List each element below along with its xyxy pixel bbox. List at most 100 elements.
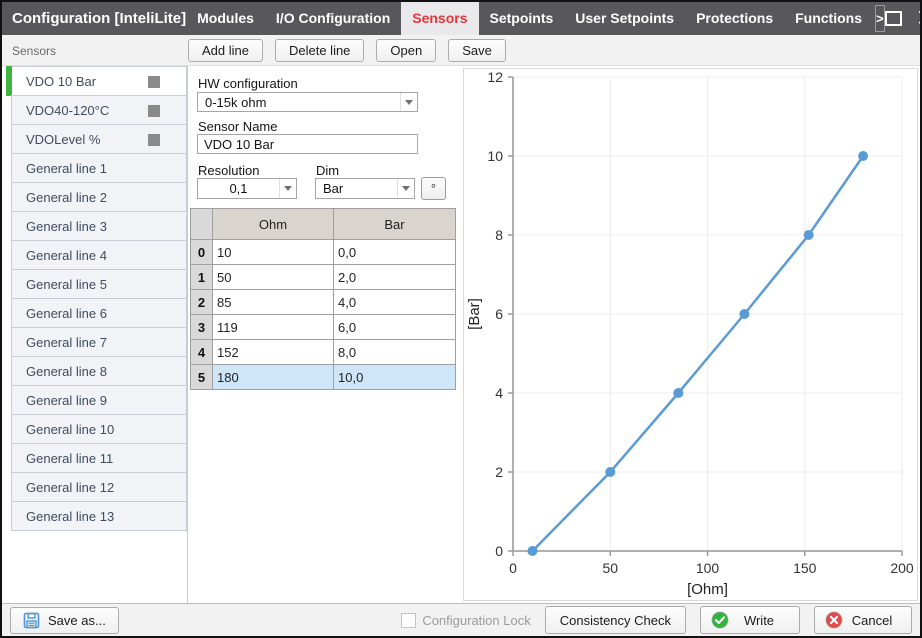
sidebar-item-label: General line 12 — [12, 480, 114, 495]
degree-symbol-button[interactable]: ° — [421, 177, 446, 200]
more-tabs-button[interactable]: > — [875, 5, 885, 32]
configuration-lock-label: Configuration Lock — [422, 613, 530, 628]
bar-cell[interactable]: 2,0 — [334, 265, 456, 290]
sidebar-item-vdo40-120-c[interactable]: VDO40-120°C — [11, 95, 187, 125]
save-as-label: Save as... — [48, 613, 106, 628]
sensor-list: VDO 10 Bar VDO40-120°C VDOLevel % General l… — [2, 66, 188, 603]
svg-text:12: 12 — [487, 69, 503, 85]
sidebar-item-general-line-2[interactable]: General line 2 — [11, 182, 187, 212]
resolution-label: Resolution — [198, 163, 259, 178]
tab-setpoints[interactable]: Setpoints — [479, 2, 565, 35]
svg-text:4: 4 — [495, 385, 503, 401]
row-number[interactable]: 0 — [191, 240, 213, 265]
row-number[interactable]: 1 — [191, 265, 213, 290]
bar-cell[interactable]: 10,0 — [334, 365, 456, 390]
sidebar-item-general-line-6[interactable]: General line 6 — [11, 298, 187, 328]
sidebar-item-general-line-13[interactable]: General line 13 — [11, 501, 187, 531]
tab-user-setpoints[interactable]: User Setpoints — [564, 2, 685, 35]
sidebar-item-label: General line 6 — [12, 306, 107, 321]
row-number[interactable]: 4 — [191, 340, 213, 365]
sidebar-item-general-line-10[interactable]: General line 10 — [11, 414, 187, 444]
sidebar-item-label: General line 4 — [12, 248, 107, 263]
sidebar-item-label: General line 8 — [12, 364, 107, 379]
hw-configuration-value: 0-15k ohm — [198, 95, 400, 110]
resolution-dropdown[interactable]: 0,1 — [197, 178, 297, 199]
sidebar-item-general-line-5[interactable]: General line 5 — [11, 269, 187, 299]
cancel-button[interactable]: Cancel — [814, 606, 912, 634]
sensor-name-input[interactable] — [197, 134, 418, 154]
hw-configuration-dropdown[interactable]: 0-15k ohm — [197, 92, 418, 112]
tab-functions[interactable]: Functions — [784, 2, 873, 35]
sidebar-item-general-line-11[interactable]: General line 11 — [11, 443, 187, 473]
row-number[interactable]: 2 — [191, 290, 213, 315]
svg-text:200: 200 — [890, 560, 914, 576]
open-button[interactable]: Open — [376, 39, 436, 62]
bar-cell[interactable]: 6,0 — [334, 315, 456, 340]
save-button[interactable]: Save — [448, 39, 506, 62]
ohm-cell[interactable]: 119 — [213, 315, 334, 340]
row-number[interactable]: 3 — [191, 315, 213, 340]
sidebar-item-general-line-9[interactable]: General line 9 — [11, 385, 187, 415]
sidebar-item-general-line-12[interactable]: General line 12 — [11, 472, 187, 502]
tab-sensors[interactable]: Sensors — [401, 2, 478, 35]
consistency-check-button[interactable]: Consistency Check — [545, 606, 686, 634]
dim-dropdown[interactable]: Bar — [315, 178, 415, 199]
sidebar-item-vdolevel-[interactable]: VDOLevel % — [11, 124, 187, 154]
bar-cell[interactable]: 0,0 — [334, 240, 456, 265]
tab-modules[interactable]: Modules — [186, 2, 265, 35]
configuration-lock-checkbox[interactable] — [401, 613, 416, 628]
sidebar-panel-label: Sensors — [12, 44, 56, 58]
sidebar-item-general-line-4[interactable]: General line 4 — [11, 240, 187, 270]
sidebar-item-general-line-1[interactable]: General line 1 — [11, 153, 187, 183]
svg-text:0: 0 — [509, 560, 517, 576]
save-as-button[interactable]: Save as... — [10, 607, 119, 634]
svg-text:8: 8 — [495, 227, 503, 243]
sidebar-item-vdo-10-bar[interactable]: VDO 10 Bar — [11, 66, 187, 96]
table-corner-cell — [191, 209, 213, 240]
tab-bar: ModulesI/O ConfigurationSensorsSetpoints… — [186, 2, 873, 35]
bar-cell[interactable]: 4,0 — [334, 290, 456, 315]
sidebar-item-general-line-3[interactable]: General line 3 — [11, 211, 187, 241]
svg-text:50: 50 — [602, 560, 618, 576]
sidebar-item-label: General line 9 — [12, 393, 107, 408]
table-row: 41528,0 — [191, 340, 456, 365]
svg-text:0: 0 — [495, 543, 503, 559]
maximize-icon[interactable] — [885, 11, 902, 26]
ohm-cell[interactable]: 10 — [213, 240, 334, 265]
dim-value: Bar — [316, 181, 397, 196]
sidebar-item-label: VDOLevel % — [12, 132, 100, 147]
chevron-down-icon — [279, 179, 296, 198]
tab-i-o-configuration[interactable]: I/O Configuration — [265, 2, 401, 35]
bottombar-right-group: Configuration Lock Consistency Check Wri… — [401, 606, 912, 634]
calibration-table: Ohm Bar 0100,01502,02854,031196,041528,0… — [190, 208, 456, 390]
ohm-cell[interactable]: 152 — [213, 340, 334, 365]
tab-protections[interactable]: Protections — [685, 2, 784, 35]
hw-configuration-label: HW configuration — [198, 76, 298, 91]
window-title: Configuration [InteliLite] — [2, 2, 186, 35]
close-icon[interactable]: ✕ — [916, 7, 922, 31]
table-row: 2854,0 — [191, 290, 456, 315]
sidebar-item-label: VDO 10 Bar — [12, 74, 96, 89]
ohm-cell[interactable]: 85 — [213, 290, 334, 315]
sensor-configured-square-icon — [148, 76, 160, 88]
chevron-down-icon — [397, 179, 414, 198]
row-number[interactable]: 5 — [191, 365, 213, 390]
configuration-window: Configuration [InteliLite] ModulesI/O Co… — [0, 0, 922, 638]
ohm-cell[interactable]: 50 — [213, 265, 334, 290]
delete-line-button[interactable]: Delete line — [275, 39, 364, 62]
sidebar-item-general-line-7[interactable]: General line 7 — [11, 327, 187, 357]
toolbar-buttons: Add line Delete line Open Save — [188, 39, 506, 62]
ohm-cell[interactable]: 180 — [213, 365, 334, 390]
bar-cell[interactable]: 8,0 — [334, 340, 456, 365]
window-controls: ✕ — [885, 2, 922, 35]
svg-text:[Bar]: [Bar] — [466, 298, 483, 330]
svg-text:2: 2 — [495, 464, 503, 480]
write-button[interactable]: Write — [700, 606, 800, 634]
sidebar-item-label: General line 1 — [12, 161, 107, 176]
add-line-button[interactable]: Add line — [188, 39, 263, 62]
sidebar-item-label: VDO40-120°C — [12, 103, 109, 118]
sensor-configured-square-icon — [148, 105, 160, 117]
sidebar-item-label: General line 3 — [12, 219, 107, 234]
sidebar-item-general-line-8[interactable]: General line 8 — [11, 356, 187, 386]
table-header-row: Ohm Bar — [191, 209, 456, 240]
